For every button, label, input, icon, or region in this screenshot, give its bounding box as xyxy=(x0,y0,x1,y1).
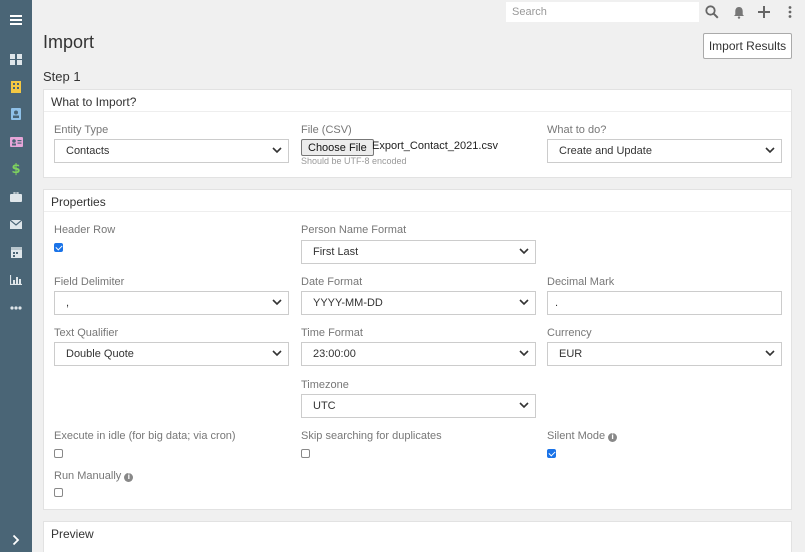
id-card-icon[interactable] xyxy=(0,128,32,156)
building-icon[interactable] xyxy=(0,73,32,101)
silent-mode-checkbox[interactable] xyxy=(547,449,556,458)
plus-icon[interactable] xyxy=(754,2,774,22)
panel-title: What to Import? xyxy=(51,95,137,109)
time-format-select[interactable]: 23:00:00 xyxy=(301,342,536,366)
entity-type-label: Entity Type xyxy=(54,124,109,136)
file-name: Export_Contact_2021.csv xyxy=(372,140,498,152)
entity-type-value: Contacts xyxy=(66,145,110,157)
run-manually-field: Run Manually i xyxy=(54,470,134,482)
top-bar xyxy=(32,0,805,24)
run-manually-label: Run Manually xyxy=(54,470,122,482)
panel-divider xyxy=(44,111,791,112)
briefcase-icon[interactable] xyxy=(0,183,32,211)
execute-in-idle-label: Execute in idle (for big data; via cron) xyxy=(54,430,236,442)
chevron-down-icon xyxy=(519,402,529,409)
header-row-checkbox[interactable] xyxy=(54,243,63,252)
file-label: File (CSV) xyxy=(301,124,352,136)
date-format-select[interactable]: YYYY-MM-DD xyxy=(301,291,536,315)
date-format-value: YYYY-MM-DD xyxy=(313,297,383,309)
time-format-value: 23:00:00 xyxy=(313,348,356,360)
decimal-mark-value: . xyxy=(555,297,559,309)
preview-panel: Preview xyxy=(43,521,792,552)
search-input[interactable] xyxy=(506,2,699,22)
execute-in-idle-checkbox[interactable] xyxy=(54,449,63,458)
text-qualifier-value: Double Quote xyxy=(66,348,134,360)
calendar-icon[interactable] xyxy=(0,238,32,266)
person-name-format-value: First Last xyxy=(313,246,359,258)
what-to-do-select[interactable]: Create and Update xyxy=(547,139,782,163)
chevron-down-icon xyxy=(272,299,282,306)
run-manually-checkbox[interactable] xyxy=(54,488,63,497)
sidebar: $ xyxy=(0,0,32,552)
panel-title: Preview xyxy=(51,527,94,541)
timezone-label: Timezone xyxy=(301,379,349,391)
timezone-select[interactable]: UTC xyxy=(301,394,536,418)
decimal-mark-label: Decimal Mark xyxy=(547,276,615,288)
kebab-menu-icon[interactable] xyxy=(780,2,800,22)
contact-book-icon[interactable] xyxy=(0,100,32,128)
currency-value: EUR xyxy=(559,348,583,360)
field-delimiter-label: Field Delimiter xyxy=(54,276,125,288)
skip-duplicates-checkbox[interactable] xyxy=(301,449,310,458)
timezone-value: UTC xyxy=(313,400,336,412)
person-name-format-label: Person Name Format xyxy=(301,224,407,236)
choose-file-button[interactable]: Choose File xyxy=(301,139,374,156)
silent-mode-label: Silent Mode xyxy=(547,430,606,442)
chevron-down-icon xyxy=(765,147,775,154)
page-title: Import xyxy=(43,32,95,52)
expand-icon[interactable] xyxy=(0,526,32,552)
properties-panel: Properties Header Row Person Name Format… xyxy=(43,189,792,510)
chevron-down-icon xyxy=(519,299,529,306)
chevron-down-icon xyxy=(272,350,282,357)
info-icon[interactable]: i xyxy=(124,473,134,482)
search-icon[interactable] xyxy=(702,2,722,22)
report-icon[interactable] xyxy=(0,266,32,294)
field-delimiter-value: , xyxy=(66,297,70,309)
dollar-icon[interactable]: $ xyxy=(0,155,32,183)
what-to-do-value: Create and Update xyxy=(559,145,652,157)
dashboard-icon[interactable] xyxy=(0,45,32,73)
panel-title: Properties xyxy=(51,195,106,209)
currency-select[interactable]: EUR xyxy=(547,342,782,366)
skip-duplicates-label: Skip searching for duplicates xyxy=(301,430,442,442)
what-to-import-panel: What to Import? Entity Type Contacts Fil… xyxy=(43,89,792,178)
decimal-mark-input[interactable]: . xyxy=(547,291,782,315)
chevron-down-icon xyxy=(765,350,775,357)
silent-mode-field: Silent Mode i xyxy=(547,430,618,442)
date-format-label: Date Format xyxy=(301,276,363,288)
entity-type-select[interactable]: Contacts xyxy=(54,139,289,163)
header-row-label: Header Row xyxy=(54,224,116,236)
more-icon[interactable] xyxy=(0,294,32,322)
bell-icon[interactable] xyxy=(729,2,749,22)
step-label: Step 1 xyxy=(43,69,81,84)
menu-icon[interactable] xyxy=(0,6,32,34)
panel-divider xyxy=(44,211,791,212)
currency-label: Currency xyxy=(547,327,592,339)
file-hint: Should be UTF-8 encoded xyxy=(301,156,407,166)
text-qualifier-select[interactable]: Double Quote xyxy=(54,342,289,366)
chevron-down-icon xyxy=(272,147,282,154)
chevron-down-icon xyxy=(519,350,529,357)
person-name-format-select[interactable]: First Last xyxy=(301,240,536,264)
chevron-down-icon xyxy=(519,248,529,255)
import-results-button[interactable]: Import Results xyxy=(703,33,792,59)
info-icon[interactable]: i xyxy=(608,433,618,442)
field-delimiter-select[interactable]: , xyxy=(54,291,289,315)
text-qualifier-label: Text Qualifier xyxy=(54,327,119,339)
envelope-icon[interactable] xyxy=(0,210,32,238)
what-to-do-label: What to do? xyxy=(547,124,607,136)
time-format-label: Time Format xyxy=(301,327,363,339)
